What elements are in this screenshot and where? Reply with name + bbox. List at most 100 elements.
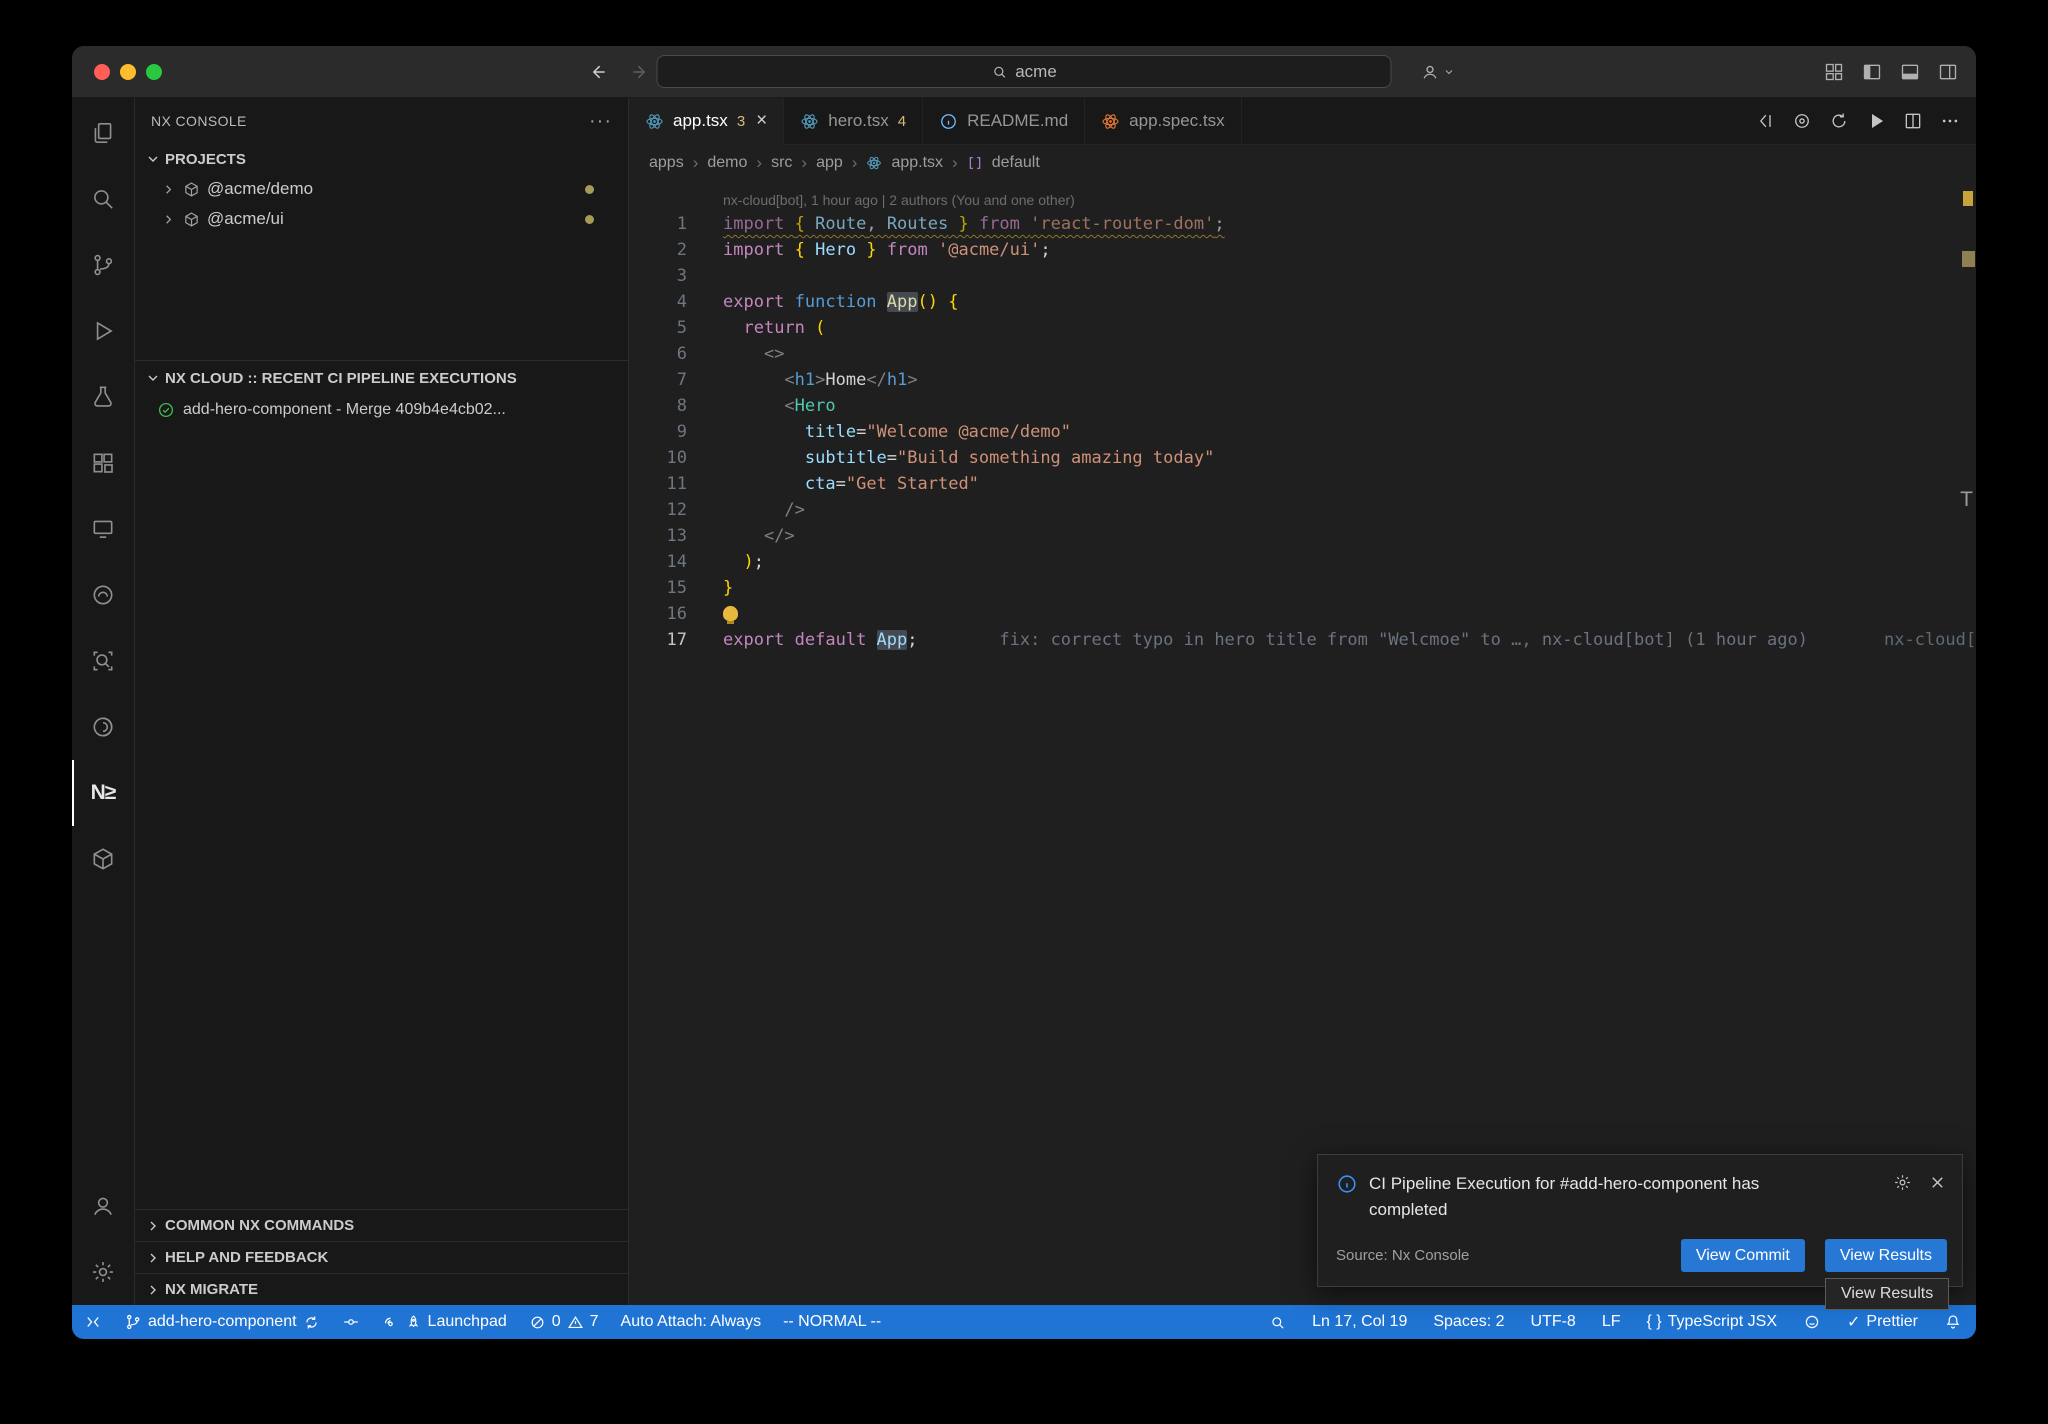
- goto-symbol-icon[interactable]: [1792, 111, 1812, 131]
- line-number[interactable]: 3: [629, 263, 723, 289]
- activity-nx-console[interactable]: N≥: [72, 760, 134, 826]
- customize-layout-icon[interactable]: [1824, 62, 1844, 82]
- overview-ruler[interactable]: T: [1958, 181, 1976, 1305]
- gear-icon[interactable]: [1893, 1173, 1912, 1192]
- section-projects[interactable]: PROJECTS: [135, 144, 628, 174]
- run-file-icon[interactable]: [1866, 111, 1886, 131]
- activity-account[interactable]: [72, 1173, 134, 1239]
- tab-hero-tsx[interactable]: hero.tsx 4: [784, 98, 923, 144]
- encoding-status[interactable]: UTF-8: [1531, 1313, 1576, 1331]
- line-number[interactable]: 2: [629, 237, 723, 263]
- code-line[interactable]: [723, 263, 1976, 289]
- line-number[interactable]: 11: [629, 471, 723, 497]
- line-number[interactable]: 10: [629, 445, 723, 471]
- activity-remote-explorer[interactable]: [72, 496, 134, 562]
- command-center-search[interactable]: acme: [657, 55, 1392, 88]
- profile-menu[interactable]: [1420, 62, 1455, 82]
- breadcrumb-item[interactable]: app.tsx: [891, 154, 943, 172]
- line-number[interactable]: 13: [629, 523, 723, 549]
- lightbulb-icon[interactable]: [723, 606, 738, 621]
- tab-app-tsx[interactable]: app.tsx 3 ×: [629, 98, 784, 145]
- breadcrumb-item[interactable]: app: [816, 154, 843, 172]
- line-number[interactable]: 15: [629, 575, 723, 601]
- line-number[interactable]: 4: [629, 289, 723, 315]
- code-line[interactable]: subtitle="Build something amazing today": [723, 445, 1976, 471]
- zoom-window-button[interactable]: [146, 64, 162, 80]
- line-number[interactable]: 17: [629, 627, 723, 653]
- project-row-acme-ui[interactable]: @acme/ui: [135, 204, 628, 234]
- remote-indicator[interactable]: [84, 1313, 102, 1331]
- notifications-status[interactable]: [1944, 1313, 1962, 1331]
- close-window-button[interactable]: [94, 64, 110, 80]
- problems-status[interactable]: 0 7: [529, 1313, 599, 1331]
- tab-readme-md[interactable]: README.md: [923, 98, 1085, 144]
- code-line[interactable]: );: [723, 549, 1976, 575]
- code-line[interactable]: }: [723, 575, 1976, 601]
- minimize-window-button[interactable]: [120, 64, 136, 80]
- view-commit-button[interactable]: View Commit: [1681, 1239, 1805, 1272]
- open-changes-icon[interactable]: [1755, 111, 1775, 131]
- split-editor-icon[interactable]: [1903, 111, 1923, 131]
- code-line[interactable]: <Hero: [723, 393, 1976, 419]
- more-actions-icon[interactable]: [1940, 111, 1960, 131]
- git-branch-status[interactable]: add-hero-component: [124, 1313, 320, 1331]
- code-line[interactable]: [723, 601, 1976, 627]
- toggle-panel-icon[interactable]: [1900, 62, 1920, 82]
- code-line[interactable]: export default App; fix: correct typo in…: [723, 627, 1976, 653]
- code-line[interactable]: title="Welcome @acme/demo": [723, 419, 1976, 445]
- activity-swirl-extension[interactable]: [72, 694, 134, 760]
- breadcrumb-item[interactable]: src: [771, 154, 792, 172]
- formatter-status[interactable]: ✓Prettier: [1847, 1312, 1918, 1332]
- line-number[interactable]: 8: [629, 393, 723, 419]
- activity-search[interactable]: [72, 166, 134, 232]
- project-row-acme-demo[interactable]: @acme/demo: [135, 174, 628, 204]
- code-line[interactable]: />: [723, 497, 1976, 523]
- code-line[interactable]: import { Hero } from '@acme/ui';: [723, 237, 1976, 263]
- launchpad-status[interactable]: Launchpad: [382, 1313, 507, 1331]
- feedback-status[interactable]: [1803, 1313, 1821, 1331]
- activity-settings[interactable]: [72, 1239, 134, 1305]
- section-help-feedback[interactable]: HELP AND FEEDBACK: [135, 1241, 628, 1273]
- breadcrumb-item[interactable]: default: [992, 154, 1040, 172]
- forward-icon[interactable]: [630, 62, 650, 82]
- auto-attach-status[interactable]: Auto Attach: Always: [621, 1313, 762, 1331]
- code-line[interactable]: <>: [723, 341, 1976, 367]
- line-number[interactable]: 5: [629, 315, 723, 341]
- section-nx-cloud[interactable]: NX CLOUD :: RECENT CI PIPELINE EXECUTION…: [135, 360, 628, 395]
- vim-mode-status[interactable]: -- NORMAL --: [783, 1313, 881, 1331]
- code-line[interactable]: <h1>Home</h1>: [723, 367, 1976, 393]
- line-number[interactable]: 9: [629, 419, 723, 445]
- view-results-button[interactable]: View Results: [1825, 1239, 1947, 1272]
- back-icon[interactable]: [588, 62, 608, 82]
- code-line[interactable]: export function App() {: [723, 289, 1976, 315]
- code-line[interactable]: </>: [723, 523, 1976, 549]
- toggle-sidebar-right-icon[interactable]: [1938, 62, 1958, 82]
- line-number[interactable]: 14: [629, 549, 723, 575]
- activity-explorer[interactable]: [72, 100, 134, 166]
- code-line[interactable]: return (: [723, 315, 1976, 341]
- close-icon[interactable]: [1928, 1173, 1947, 1192]
- activity-nx-cloud[interactable]: [72, 562, 134, 628]
- activity-testing[interactable]: [72, 364, 134, 430]
- git-commit-status[interactable]: [342, 1313, 360, 1331]
- breadcrumb-item[interactable]: demo: [707, 154, 747, 172]
- line-number[interactable]: 6: [629, 341, 723, 367]
- tab-app-spec-tsx[interactable]: app.spec.tsx: [1085, 98, 1241, 144]
- zoom-status[interactable]: [1269, 1314, 1286, 1331]
- line-number[interactable]: 7: [629, 367, 723, 393]
- rerun-icon[interactable]: [1829, 111, 1849, 131]
- pipeline-row[interactable]: add-hero-component - Merge 409b4e4cb02..…: [135, 395, 628, 425]
- breadcrumb-item[interactable]: apps: [649, 154, 684, 172]
- line-number[interactable]: 1: [629, 211, 723, 237]
- activity-source-control[interactable]: [72, 232, 134, 298]
- eol-status[interactable]: LF: [1602, 1313, 1621, 1331]
- language-mode-status[interactable]: { }TypeScript JSX: [1647, 1313, 1778, 1331]
- code-line[interactable]: import { Route, Routes } from 'react-rou…: [723, 211, 1976, 237]
- line-number[interactable]: 16: [629, 601, 723, 627]
- section-common-nx-commands[interactable]: COMMON NX COMMANDS: [135, 1209, 628, 1241]
- activity-run-debug[interactable]: [72, 298, 134, 364]
- more-actions-icon[interactable]: ···: [589, 110, 612, 133]
- code-line[interactable]: cta="Get Started": [723, 471, 1976, 497]
- section-nx-migrate[interactable]: NX MIGRATE: [135, 1273, 628, 1305]
- toggle-sidebar-left-icon[interactable]: [1862, 62, 1882, 82]
